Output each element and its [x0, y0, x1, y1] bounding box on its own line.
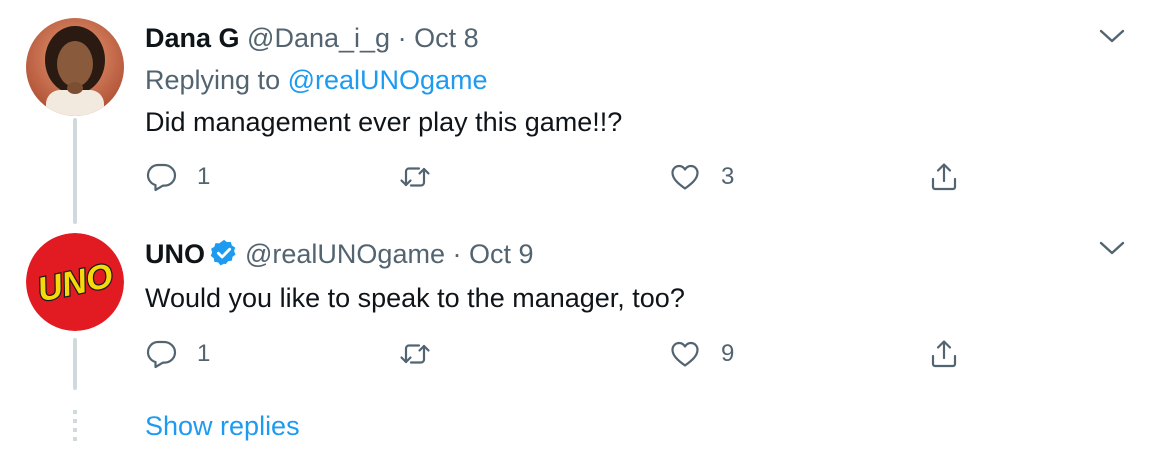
- avatar-dana-g[interactable]: [26, 18, 124, 116]
- replying-to-mention[interactable]: @realUNOgame: [288, 65, 488, 95]
- like-count: 9: [721, 340, 735, 367]
- avatar-uno[interactable]: UNO: [26, 233, 124, 331]
- retweet-icon: [400, 344, 430, 364]
- display-name[interactable]: Dana G: [145, 23, 240, 53]
- tweet-header: UNO @realUNOgame · Oct 9: [145, 237, 534, 271]
- separator: ·: [397, 23, 407, 53]
- share-icon: [931, 340, 957, 368]
- separator: ·: [452, 239, 462, 269]
- retweet-icon: [400, 167, 430, 187]
- reply-icon: [146, 163, 177, 192]
- share-icon: [931, 163, 957, 191]
- like-button[interactable]: 9: [669, 334, 734, 374]
- share-button[interactable]: [928, 157, 960, 197]
- tweet-header: Dana G @Dana_i_g · Oct 8: [145, 21, 479, 55]
- chevron-down-icon[interactable]: [1098, 238, 1126, 258]
- reply-count: 1: [197, 163, 211, 190]
- display-name[interactable]: UNO: [145, 239, 205, 269]
- reply-button[interactable]: 1: [145, 334, 210, 374]
- reply-count: 1: [197, 340, 211, 367]
- avatar-photo: [26, 18, 124, 116]
- show-replies-link[interactable]: Show replies: [145, 409, 300, 443]
- chevron-down-icon[interactable]: [1098, 26, 1126, 46]
- handle[interactable]: @realUNOgame: [245, 239, 445, 269]
- tweet-actions: 1 9: [145, 334, 985, 374]
- thread-line: [73, 338, 77, 390]
- reply-icon: [146, 340, 177, 369]
- like-button[interactable]: 3: [669, 157, 734, 197]
- uno-logo: UNO: [26, 233, 124, 331]
- like-count: 3: [721, 163, 735, 190]
- retweet-button[interactable]: [399, 334, 431, 374]
- replying-to-label: Replying to: [145, 65, 288, 95]
- tweet-actions: 1 3: [145, 157, 985, 197]
- tweet-text: Would you like to speak to the manager, …: [145, 283, 685, 313]
- verified-badge-icon: [210, 239, 236, 266]
- tweet-dana-g[interactable]: Dana G @Dana_i_g · Oct 8 Replying to @re…: [0, 0, 1155, 226]
- heart-icon: [671, 164, 699, 190]
- tweet-date[interactable]: Oct 8: [414, 23, 479, 53]
- replying-to: Replying to @realUNOgame: [145, 63, 488, 97]
- tweet-date[interactable]: Oct 9: [469, 239, 534, 269]
- reply-button[interactable]: 1: [145, 157, 210, 197]
- tweet-text: Did management ever play this game!!?: [145, 107, 623, 137]
- heart-icon: [671, 341, 699, 367]
- thread-line: [73, 118, 77, 224]
- retweet-button[interactable]: [399, 157, 431, 197]
- handle[interactable]: @Dana_i_g: [247, 23, 390, 53]
- tweet-uno[interactable]: UNO UNO @realUNOgame · Oct 9 Would you l…: [0, 226, 1155, 406]
- share-button[interactable]: [928, 334, 960, 374]
- thread-dots: [73, 410, 77, 444]
